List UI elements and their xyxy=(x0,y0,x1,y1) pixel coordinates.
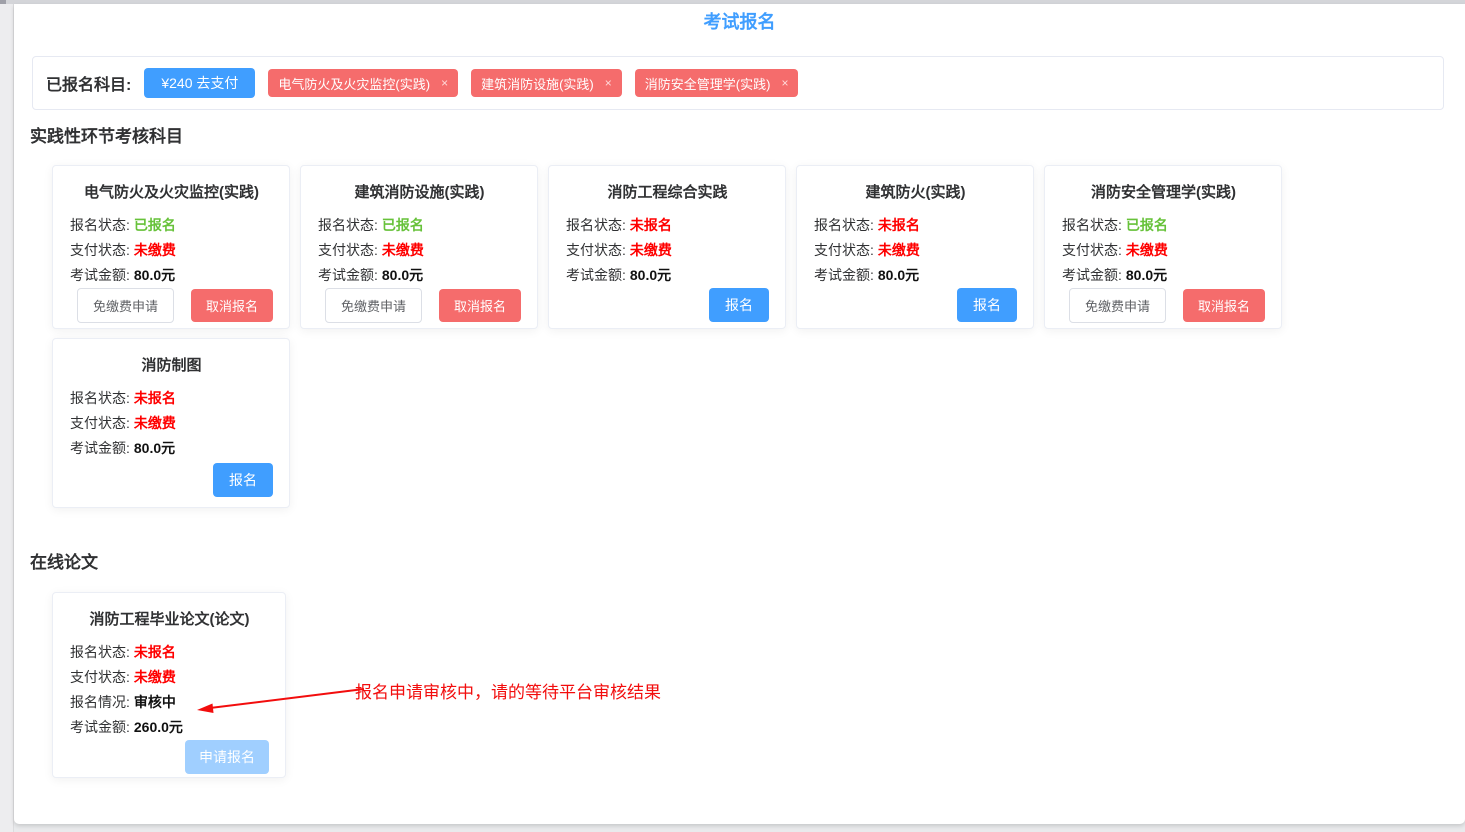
reg-status-line: 报名状态:已报名 xyxy=(318,213,521,238)
subject-tag-label: 电气防火及火灾监控(实践) xyxy=(278,74,430,93)
reg-status-line: 报名状态:未报名 xyxy=(70,386,273,411)
cancel-registration-button[interactable]: 取消报名 xyxy=(191,289,273,322)
card-buttons: 报名 xyxy=(814,288,1017,322)
pay-status-value: 未缴费 xyxy=(382,242,424,258)
pay-status-value: 未缴费 xyxy=(134,415,176,431)
subject-card: 电气防火及火灾监控(实践) 报名状态:已报名 支付状态:未缴费 考试金额:80.… xyxy=(52,165,290,329)
subject-tag-label: 建筑消防设施(实践) xyxy=(481,74,594,93)
fee-waiver-button[interactable]: 免缴费申请 xyxy=(1069,288,1166,323)
subject-card: 建筑防火(实践) 报名状态:未报名 支付状态:未缴费 考试金额:80.0元 报名 xyxy=(796,165,1034,329)
amount-value: 80.0元 xyxy=(630,267,671,283)
review-annotation-text: 报名申请审核中，请的等待平台审核结果 xyxy=(355,678,661,703)
close-icon[interactable]: × xyxy=(441,76,448,90)
reg-status-line: 报名状态:已报名 xyxy=(70,213,273,238)
close-icon[interactable]: × xyxy=(605,76,612,90)
reg-status-line: 报名状态:已报名 xyxy=(1062,213,1265,238)
cancel-registration-button[interactable]: 取消报名 xyxy=(439,289,521,322)
card-buttons: 申请报名 xyxy=(70,740,269,774)
reg-status-value: 已报名 xyxy=(382,217,424,233)
subject-card-title: 电气防火及火灾监控(实践) xyxy=(70,181,273,202)
reg-status-value: 未报名 xyxy=(878,217,920,233)
annotation-arrow-icon xyxy=(192,680,367,718)
amount-value: 80.0元 xyxy=(382,267,423,283)
reg-status-line: 报名状态:未报名 xyxy=(814,213,1017,238)
pay-status-value: 未缴费 xyxy=(134,669,176,685)
amount-value: 80.0元 xyxy=(1126,267,1167,283)
apply-button[interactable]: 报名 xyxy=(957,288,1017,322)
pay-status-value: 未缴费 xyxy=(878,242,920,258)
amount-value: 260.0元 xyxy=(134,719,183,735)
subject-card: 消防安全管理学(实践) 报名状态:已报名 支付状态:未缴费 考试金额:80.0元… xyxy=(1044,165,1282,329)
subject-tag[interactable]: 建筑消防设施(实践) × xyxy=(471,69,622,97)
cancel-registration-button[interactable]: 取消报名 xyxy=(1183,289,1265,322)
subject-card-title: 建筑防火(实践) xyxy=(814,181,1017,202)
pay-status-line: 支付状态:未缴费 xyxy=(318,238,521,263)
amount-line: 考试金额:80.0元 xyxy=(566,263,769,288)
card-buttons: 免缴费申请 取消报名 xyxy=(70,288,273,323)
apply-button[interactable]: 报名 xyxy=(709,288,769,322)
page-title: 考试报名 xyxy=(14,8,1465,34)
reg-status-value: 未报名 xyxy=(134,644,176,660)
pay-status-line: 支付状态:未缴费 xyxy=(1062,238,1265,263)
pay-status-line: 支付状态:未缴费 xyxy=(566,238,769,263)
reg-status-line: 报名状态:未报名 xyxy=(566,213,769,238)
amount-value: 80.0元 xyxy=(878,267,919,283)
apply-request-button-disabled[interactable]: 申请报名 xyxy=(185,740,269,774)
card-buttons: 报名 xyxy=(566,288,769,322)
reg-status-line: 报名状态:未报名 xyxy=(70,640,269,665)
amount-line: 考试金额:80.0元 xyxy=(70,436,273,461)
pay-status-value: 未缴费 xyxy=(630,242,672,258)
pay-button[interactable]: ¥240 去支付 xyxy=(144,68,255,98)
subject-tag[interactable]: 消防安全管理学(实践) × xyxy=(635,69,799,97)
reg-detail-value: 审核中 xyxy=(134,694,176,710)
thesis-card-title: 消防工程毕业论文(论文) xyxy=(70,608,269,629)
fee-waiver-button[interactable]: 免缴费申请 xyxy=(77,288,174,323)
card-buttons: 报名 xyxy=(70,463,273,497)
amount-line: 考试金额:80.0元 xyxy=(70,263,273,288)
reg-status-value: 未报名 xyxy=(134,390,176,406)
practical-cards-row: 电气防火及火灾监控(实践) 报名状态:已报名 支付状态:未缴费 考试金额:80.… xyxy=(52,165,1282,329)
subject-card: 消防工程综合实践 报名状态:未报名 支付状态:未缴费 考试金额:80.0元 报名 xyxy=(548,165,786,329)
registered-subjects-bar: 已报名科目: ¥240 去支付 电气防火及火灾监控(实践) × 建筑消防设施(实… xyxy=(32,56,1444,110)
apply-button[interactable]: 报名 xyxy=(213,463,273,497)
reg-status-value: 已报名 xyxy=(1126,217,1168,233)
pay-status-line: 支付状态:未缴费 xyxy=(814,238,1017,263)
amount-line: 考试金额:80.0元 xyxy=(1062,263,1265,288)
pay-status-value: 未缴费 xyxy=(134,242,176,258)
exam-registration-panel: 考试报名 已报名科目: ¥240 去支付 电气防火及火灾监控(实践) × 建筑消… xyxy=(14,4,1465,824)
card-buttons: 免缴费申请 取消报名 xyxy=(1062,288,1265,323)
subject-card-title: 消防安全管理学(实践) xyxy=(1062,181,1265,202)
amount-line: 考试金额:80.0元 xyxy=(318,263,521,288)
subject-card: 消防制图 报名状态:未报名 支付状态:未缴费 考试金额:80.0元 报名 xyxy=(52,338,290,508)
subject-card-title: 消防工程综合实践 xyxy=(566,181,769,202)
section-title-practical: 实践性环节考核科目 xyxy=(30,122,183,147)
reg-status-value: 未报名 xyxy=(630,217,672,233)
subject-card-title: 建筑消防设施(实践) xyxy=(318,181,521,202)
pay-status-value: 未缴费 xyxy=(1126,242,1168,258)
registered-subjects-label: 已报名科目: xyxy=(46,71,131,95)
reg-status-value: 已报名 xyxy=(134,217,176,233)
subject-card: 建筑消防设施(实践) 报名状态:已报名 支付状态:未缴费 考试金额:80.0元 … xyxy=(300,165,538,329)
pay-status-line: 支付状态:未缴费 xyxy=(70,411,273,436)
subject-card-title: 消防制图 xyxy=(70,354,273,375)
section-title-thesis: 在线论文 xyxy=(30,548,98,573)
amount-line: 考试金额:80.0元 xyxy=(814,263,1017,288)
card-buttons: 免缴费申请 取消报名 xyxy=(318,288,521,323)
subject-tag[interactable]: 电气防火及火灾监控(实践) × xyxy=(268,69,458,97)
pay-status-line: 支付状态:未缴费 xyxy=(70,238,273,263)
close-icon[interactable]: × xyxy=(781,76,788,90)
amount-value: 80.0元 xyxy=(134,267,175,283)
left-gutter xyxy=(0,4,14,832)
amount-line: 考试金额:260.0元 xyxy=(70,715,269,740)
amount-value: 80.0元 xyxy=(134,440,175,456)
fee-waiver-button[interactable]: 免缴费申请 xyxy=(325,288,422,323)
subject-tag-label: 消防安全管理学(实践) xyxy=(645,74,771,93)
